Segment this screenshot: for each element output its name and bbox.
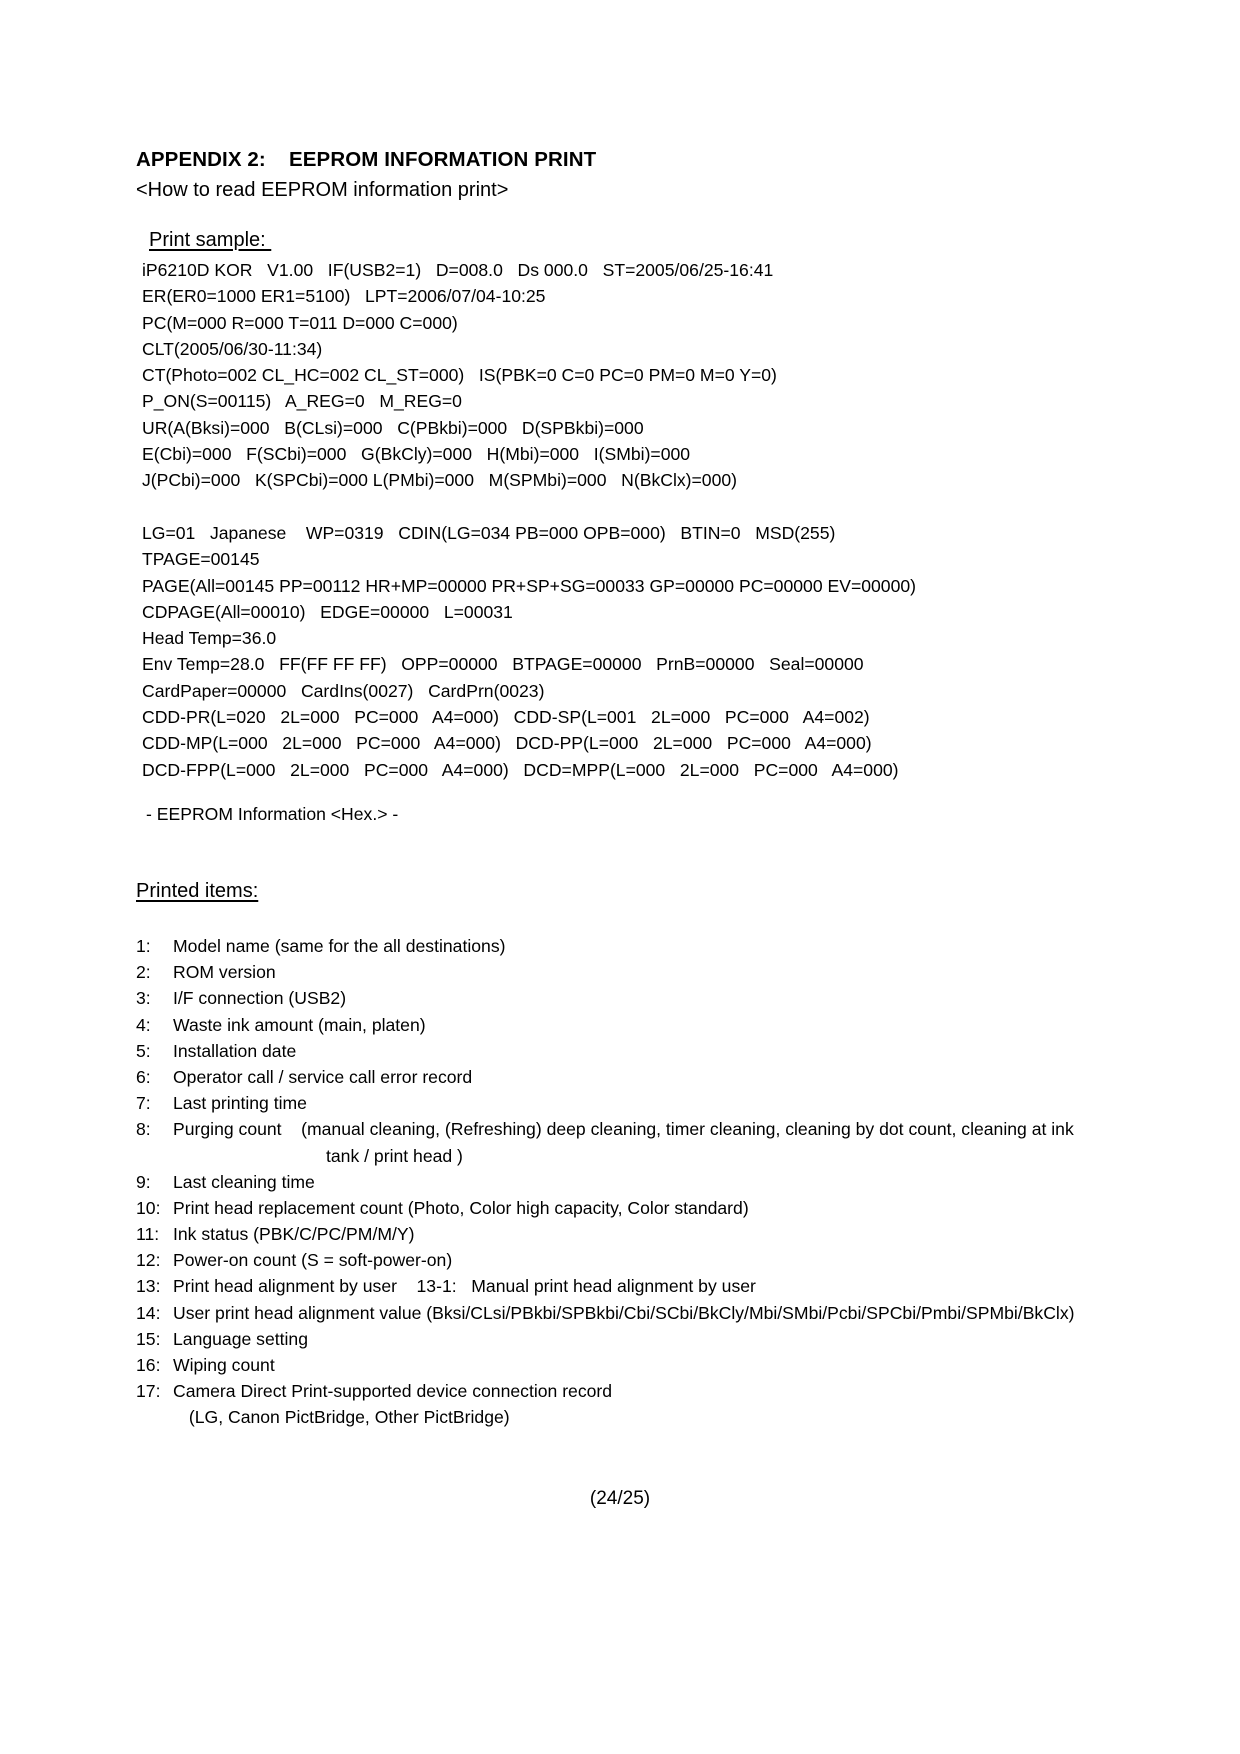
list-item: 13: Print head alignment by user 13-1: Ma… <box>136 1273 1146 1299</box>
list-item-number: 12: <box>136 1250 161 1271</box>
list-item-label: Camera Direct Print-supported device con… <box>173 1381 613 1402</box>
sample-line: CDD-PR(L=020 2L=000 PC=000 A4=000) CDD-S… <box>142 707 870 728</box>
list-item-label: Language setting <box>173 1328 309 1349</box>
list-item-continuation: tank / print head ) <box>326 1145 463 1166</box>
list-item: 15: Language setting <box>136 1326 1146 1352</box>
sample-line: iP6210D KOR V1.00 IF(USB2=1) D=008.0 Ds … <box>142 260 774 280</box>
sample-line: CDPAGE(All=00010) EDGE=00000 L=00031 <box>142 601 513 622</box>
list-item: 1: Model name (same for the all destinati… <box>136 933 1146 959</box>
list-item-label: User print head alignment value (Bksi/CL… <box>173 1302 1075 1323</box>
list-item-number: 7: <box>136 1093 151 1114</box>
eeprom-hex-note: - EEPROM Information <Hex.> - <box>146 804 399 824</box>
list-item: 8: Purging count (manual cleaning, (Refre… <box>136 1116 1146 1142</box>
list-item-label: Installation date <box>173 1040 297 1061</box>
list-item-number: 6: <box>136 1066 151 1087</box>
list-item: 6: Operator call / service call error rec… <box>136 1064 1146 1090</box>
sample-line: CDD-MP(L=000 2L=000 PC=000 A4=000) DCD-P… <box>142 733 872 754</box>
sample-line: CLT(2005/06/30-11:34) <box>142 338 323 359</box>
list-item-label: Power-on count (S = soft-power-on) <box>173 1250 453 1271</box>
list-item: 14: User print head alignment value (Bksi… <box>136 1300 1146 1326</box>
sample-line: E(Cbi)=000 F(SCbi)=000 G(BkCly)=000 H(Mb… <box>142 444 691 465</box>
list-item-number: 3: <box>136 988 151 1009</box>
list-item-number: 17: <box>136 1381 161 1402</box>
list-item: 11: Ink status (PBK/C/PC/PM/M/Y) <box>136 1221 1146 1247</box>
list-item-number: 4: <box>136 1014 151 1035</box>
list-item-number: 9: <box>136 1171 151 1192</box>
list-item-label: Print head alignment by user 13-1: Manua… <box>173 1276 756 1297</box>
page-footer: (24/25) <box>589 1488 651 1509</box>
list-item: 7: Last printing time <box>136 1090 1146 1116</box>
page-subtitle: <How to read EEPROM information print> <box>136 179 509 201</box>
list-item-label: Last printing time <box>173 1093 307 1114</box>
sample-line: CT(Photo=002 CL_HC=002 CL_ST=000) IS(PBK… <box>142 365 777 386</box>
sample-line: DCD-FPP(L=000 2L=000 PC=000 A4=000) DCD=… <box>142 759 899 780</box>
list-item-label: Operator call / service call error recor… <box>173 1066 473 1087</box>
sample-line: UR(A(Bksi)=000 B(CLsi)=000 C(PBkbi)=000 … <box>142 417 644 438</box>
sample-line: PAGE(All=00145 PP=00112 HR+MP=00000 PR+S… <box>142 575 917 596</box>
list-item-label: I/F connection (USB2) <box>173 988 347 1009</box>
list-item-label: Purging count (manual cleaning, (Refresh… <box>173 1119 1074 1140</box>
list-item-number: 5: <box>136 1040 151 1061</box>
list-item-number: 11: <box>136 1224 160 1245</box>
sample-line: LG=01 Japanese WP=0319 CDIN(LG=034 PB=00… <box>142 522 836 543</box>
list-item: 2: ROM version <box>136 959 1146 985</box>
list-item: 3: I/F connection (USB2) <box>136 985 1146 1011</box>
list-item-label: Print head replacement count (Photo, Col… <box>173 1197 749 1218</box>
sample-line: P_ON(S=00115) A_REG=0 M_REG=0 <box>142 391 462 412</box>
list-item-number: 10: <box>136 1197 161 1218</box>
list-item-label: Last cleaning time <box>173 1171 315 1192</box>
list-item-number: 16: <box>136 1355 161 1375</box>
sample-line: CardPaper=00000 CardIns(0027) CardPrn(00… <box>142 680 545 701</box>
list-item-label: Model name (same for the all destination… <box>173 936 506 956</box>
sample-line: ER(ER0=1000 ER1=5100) LPT=2006/07/04-10:… <box>142 286 546 307</box>
list-item: 10: Print head replacement count (Photo, … <box>136 1195 1146 1221</box>
list-item: 16: Wiping count <box>136 1352 1146 1378</box>
sample-line-spacer <box>142 494 1142 520</box>
list-item-number: 15: <box>136 1328 161 1349</box>
list-item-label: Wiping count <box>173 1355 275 1375</box>
sample-line: Head Temp=36.0 <box>142 628 277 649</box>
sample-line: J(PCbi)=000 K(SPCbi)=000 L(PMbi)=000 M(S… <box>142 470 738 491</box>
sample-line: PC(M=000 R=000 T=011 D=000 C=000) <box>142 312 458 333</box>
list-item: 5: Installation date <box>136 1038 1146 1064</box>
list-item: 9: Last cleaning time <box>136 1169 1146 1195</box>
printed-items-list: 1: Model name (same for the all destinati… <box>136 933 1146 1431</box>
list-item-label: Waste ink amount (main, platen) <box>173 1014 426 1035</box>
sample-line: TPAGE=00145 <box>142 549 260 570</box>
page-title: APPENDIX 2: EEPROM INFORMATION PRINT <box>136 148 597 171</box>
print-sample-heading: Print sample: <box>149 229 272 251</box>
list-item-label: ROM version <box>173 962 276 983</box>
list-item: 4: Waste ink amount (main, platen) <box>136 1012 1146 1038</box>
list-item-number: 14: <box>136 1302 161 1323</box>
list-item-label: Ink status (PBK/C/PC/PM/M/Y) <box>173 1224 415 1245</box>
list-item-number: 1: <box>136 936 151 956</box>
list-item-number: 8: <box>136 1119 151 1140</box>
sample-line: Env Temp=28.0 FF(FF FF FF) OPP=00000 BTP… <box>142 654 864 675</box>
document-page: APPENDIX 2: EEPROM INFORMATION PRINT <Ho… <box>0 0 1240 1754</box>
list-item: 17: Camera Direct Print-supported device … <box>136 1378 1146 1404</box>
print-sample-block: iP6210D KOR V1.00 IF(USB2=1) D=008.0 Ds … <box>142 257 1142 783</box>
printed-items-heading: Printed items: <box>136 880 259 902</box>
list-item: 12: Power-on count (S = soft-power-on) <box>136 1247 1146 1273</box>
list-item-number: 13: <box>136 1276 161 1297</box>
list-item-continuation: (LG, Canon PictBridge, Other PictBridge) <box>184 1407 510 1428</box>
list-item-number: 2: <box>136 962 151 983</box>
